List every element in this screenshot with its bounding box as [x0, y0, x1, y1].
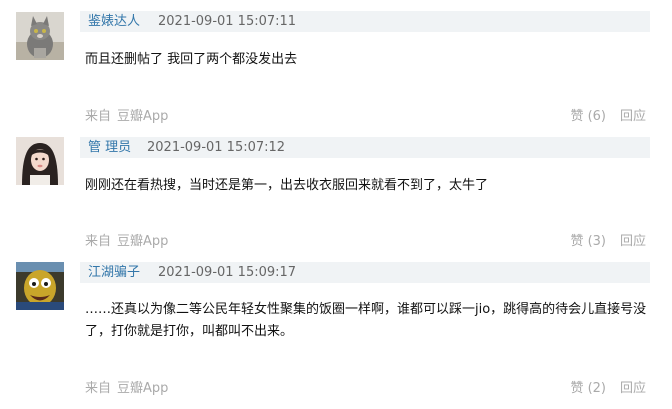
comment-meta-bar: 江湖骗子 2021-09-01 15:09:17 — [80, 262, 650, 283]
comment-footer: 来自 豆瓣App 赞 (2) 回应 — [85, 380, 650, 398]
reply-button[interactable]: 回应 — [620, 233, 646, 251]
cat-avatar-icon — [16, 12, 64, 60]
author-link[interactable]: 江湖骗子 — [88, 262, 140, 283]
comment-meta-bar: 鉴婊达人 2021-09-01 15:07:11 — [80, 11, 650, 32]
comment-source: 来自 豆瓣App — [85, 233, 168, 251]
source-app-link[interactable]: 豆瓣App — [117, 234, 168, 249]
source-prefix: 来自 — [85, 234, 112, 249]
avatar[interactable] — [16, 12, 64, 60]
author-link[interactable]: 鉴婊达人 — [88, 11, 140, 32]
source-prefix: 来自 — [85, 381, 112, 396]
source-prefix: 来自 — [85, 109, 112, 124]
comment-timestamp: 2021-09-01 15:09:17 — [158, 265, 297, 280]
reply-button[interactable]: 回应 — [620, 108, 646, 126]
comment-source: 来自 豆瓣App — [85, 108, 168, 126]
person-avatar-icon — [16, 137, 64, 185]
comment-footer: 来自 豆瓣App 赞 (6) 回应 — [85, 108, 650, 126]
source-app-link[interactable]: 豆瓣App — [117, 381, 168, 396]
comment-text: 刚刚还在看热搜，当时还是第一，出去收衣服回来就看不到了，太牛了 — [85, 178, 489, 193]
reply-button[interactable]: 回应 — [620, 380, 646, 398]
comment-text: ……还真以为像二等公民年轻女性聚集的饭圈一样啊，谁都可以踩一jio，跳得高的待会… — [85, 302, 647, 339]
comment-source: 来自 豆瓣App — [85, 380, 168, 398]
comment-timestamp: 2021-09-01 15:07:12 — [147, 140, 286, 155]
vote-button[interactable]: 赞 (2) — [570, 380, 606, 398]
source-app-link[interactable]: 豆瓣App — [117, 109, 168, 124]
avatar[interactable] — [16, 262, 64, 310]
cartoon-avatar-icon — [16, 262, 64, 310]
comment-meta-bar: 管 理员 2021-09-01 15:07:12 — [80, 137, 650, 158]
comment-footer: 来自 豆瓣App 赞 (3) 回应 — [85, 233, 650, 251]
vote-button[interactable]: 赞 (3) — [570, 233, 606, 251]
avatar[interactable] — [16, 137, 64, 185]
comment-timestamp: 2021-09-01 15:07:11 — [158, 14, 297, 29]
author-link[interactable]: 管 理员 — [88, 137, 131, 158]
comment-text: 而且还删帖了 我回了两个都没发出去 — [85, 52, 298, 67]
vote-button[interactable]: 赞 (6) — [570, 108, 606, 126]
